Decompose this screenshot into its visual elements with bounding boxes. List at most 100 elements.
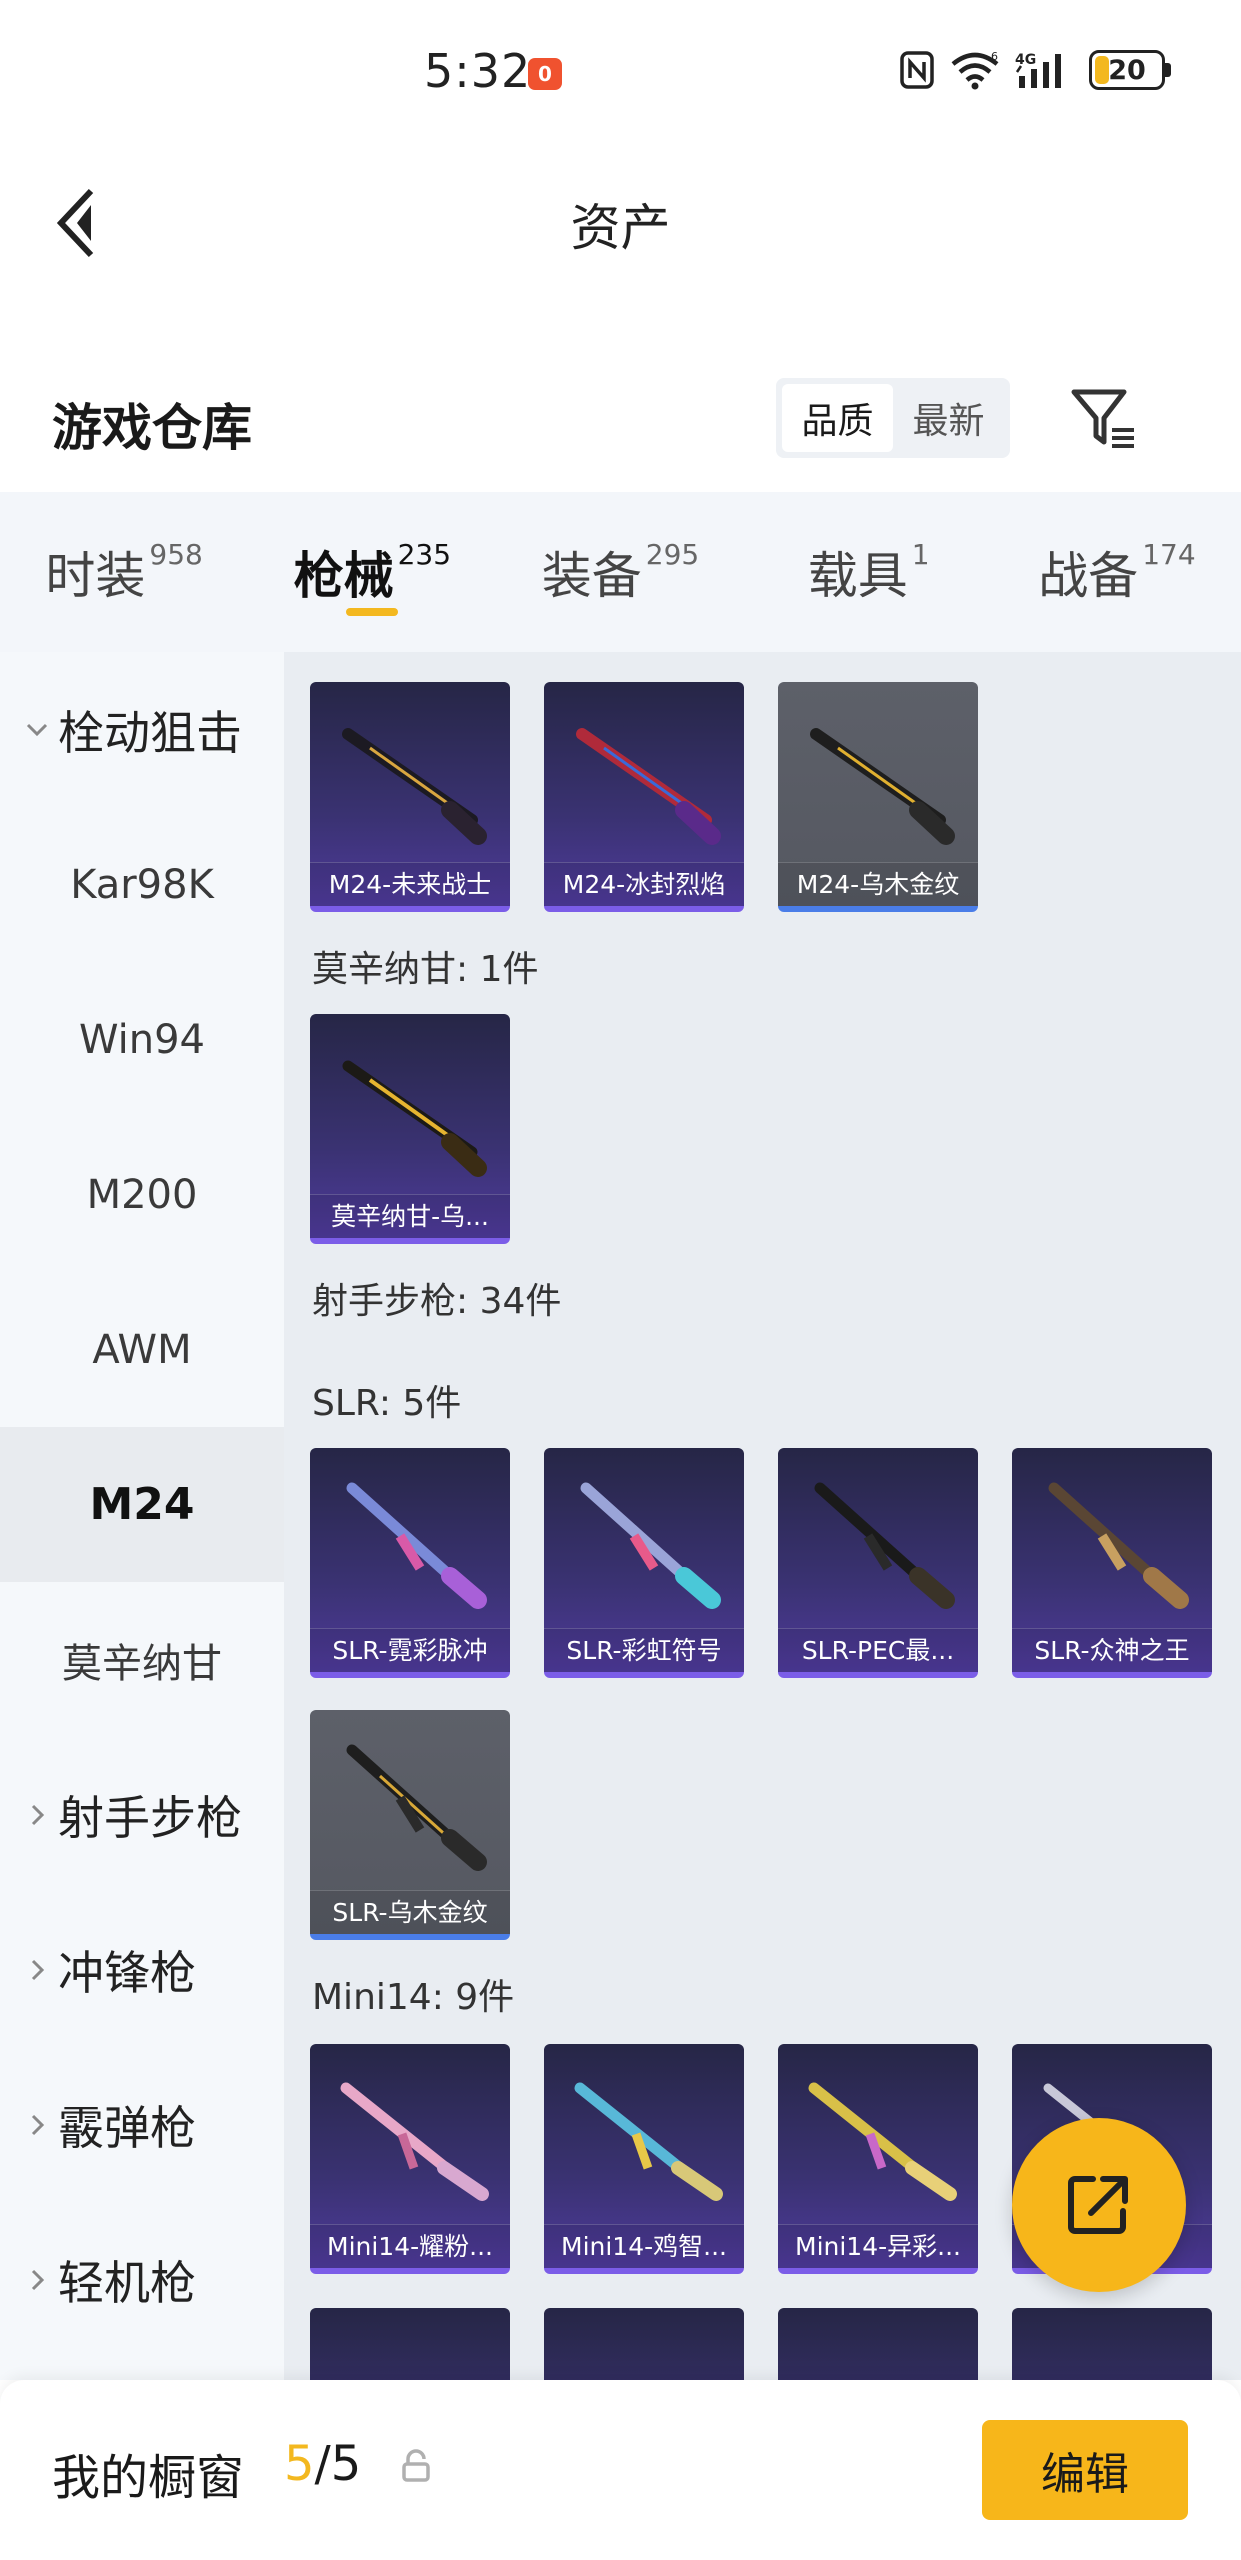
weapon-card[interactable]: 莫辛纳甘-乌...	[310, 1014, 510, 1244]
tab-vehicles[interactable]: 载具 1	[745, 492, 993, 652]
tab-active-indicator	[346, 608, 399, 616]
weapon-card[interactable]: Mini14-异彩...	[778, 2044, 978, 2274]
sort-newest-button[interactable]: 最新	[893, 384, 1004, 452]
sidebar-item-label: Kar98K	[70, 861, 214, 908]
notification-badge: 0	[528, 58, 562, 90]
tab-label: 载具	[807, 547, 908, 605]
rifle-icon	[346, 1482, 487, 1609]
sidebar-item-awm[interactable]: AWM	[0, 1272, 284, 1427]
weapon-name: M24-乌木金纹	[778, 862, 978, 906]
tab-fashion[interactable]: 时装 958	[0, 492, 248, 652]
tab-label: 战备	[1038, 547, 1139, 605]
chevron-right-icon	[31, 1804, 45, 1825]
weapon-name: Mini14-鸡智...	[544, 2224, 744, 2268]
weapon-name: 莫辛纳甘-乌...	[310, 1194, 510, 1238]
rifle-icon	[342, 728, 487, 845]
tab-equipment[interactable]: 装备 295	[496, 492, 744, 652]
warehouse-header: 游戏仓库 品质 最新	[0, 370, 1241, 490]
sidebar-group-label: 霰弹枪	[58, 2100, 196, 2155]
edit-button[interactable]: 编辑	[982, 2420, 1188, 2520]
weapon-card[interactable]: SLR-众神之王	[1012, 1448, 1212, 1678]
weapon-card[interactable]: Mini14-耀粉...	[310, 2044, 510, 2274]
weapon-card[interactable]	[544, 2308, 744, 2380]
chevron-right-icon	[31, 1959, 45, 1980]
share-fab-button[interactable]	[1012, 2118, 1186, 2292]
showcase-count: 5/5	[284, 2436, 361, 2492]
status-icons: 6 4G 20	[899, 50, 1171, 90]
sort-quality-button[interactable]: 品质	[782, 384, 893, 452]
sidebar-group-label: 射手步枪	[58, 1790, 242, 1845]
sidebar-item-label: M24	[89, 1479, 195, 1530]
weapon-card[interactable]: SLR-PEC最...	[778, 1448, 978, 1678]
showcase-label: 我的橱窗	[52, 2450, 245, 2506]
sidebar-item-label: M200	[86, 1171, 198, 1218]
group-label-slr: SLR: 5件	[312, 1383, 462, 1424]
weapon-card[interactable]: SLR-彩虹符号	[544, 1448, 744, 1678]
tab-battle-gear[interactable]: 战备 174	[993, 492, 1241, 652]
weapon-category-sidebar: 栓动狙击 Kar98K Win94 M200 AWM M24 莫辛纳甘 射手步枪…	[0, 652, 284, 2380]
sidebar-group-bolt-action[interactable]: 栓动狙击	[0, 652, 284, 807]
sidebar-item-m200[interactable]: M200	[0, 1117, 284, 1272]
sidebar-group-lmg[interactable]: 轻机枪	[0, 2202, 284, 2357]
sidebar-item-win94[interactable]: Win94	[0, 962, 284, 1117]
rifle-icon	[814, 1482, 955, 1609]
weapon-name: Mini14-异彩...	[778, 2224, 978, 2268]
weapon-card[interactable]	[310, 2308, 510, 2380]
group-label-mosin: 莫辛纳甘: 1件	[312, 949, 539, 990]
sidebar-item-label: AWM	[92, 1326, 192, 1373]
sidebar-item-kar98k[interactable]: Kar98K	[0, 807, 284, 962]
group-label-mini14: Mini14: 9件	[312, 1977, 515, 2018]
rifle-icon	[340, 2082, 489, 2201]
rifle-icon	[342, 1060, 487, 1177]
rifle-icon	[574, 2082, 723, 2201]
status-time: 5:32	[424, 44, 532, 98]
battery-icon: 20	[1089, 50, 1165, 90]
tab-weapons[interactable]: 枪械 235	[248, 492, 496, 652]
sidebar-item-label: Win94	[78, 1016, 206, 1063]
weapon-name: SLR-PEC最...	[778, 1628, 978, 1672]
weapon-card[interactable]: M24-乌木金纹	[778, 682, 978, 912]
group-label-marksman: 射手步枪: 34件	[312, 1281, 562, 1322]
svg-text:4G: 4G	[1015, 52, 1036, 68]
nfc-icon	[900, 51, 934, 89]
sidebar-item-mosin[interactable]: 莫辛纳甘	[0, 1582, 284, 1737]
chevron-down-icon	[26, 723, 48, 736]
weapon-card[interactable]: M24-冰封烈焰	[544, 682, 744, 912]
weapon-name: M24-未来战士	[310, 862, 510, 906]
weapon-card[interactable]	[1012, 2308, 1212, 2380]
rifle-icon	[576, 728, 721, 845]
tab-count: 958	[149, 537, 203, 571]
weapon-name: M24-冰封烈焰	[544, 862, 744, 906]
sidebar-group-smg[interactable]: 冲锋枪	[0, 1892, 284, 2047]
rifle-icon	[810, 728, 955, 845]
chevron-right-icon	[31, 2269, 45, 2290]
weapon-name: SLR-霓彩脉冲	[310, 1628, 510, 1672]
sidebar-item-m24[interactable]: M24	[0, 1427, 284, 1582]
sidebar-group-label: 轻机枪	[58, 2255, 196, 2310]
weapon-card[interactable]: SLR-乌木金纹	[310, 1710, 510, 1940]
tab-count: 235	[397, 537, 452, 571]
chevron-right-icon	[31, 2114, 45, 2135]
sidebar-group-marksman[interactable]: 射手步枪	[0, 1737, 284, 1892]
tab-count: 174	[1142, 537, 1196, 571]
showcase-count-total: /5	[314, 2436, 362, 2492]
filter-icon	[1071, 389, 1134, 448]
rifle-icon	[808, 2082, 957, 2201]
sidebar-item-label: 莫辛纳甘	[62, 1640, 222, 1687]
weapon-name: SLR-彩虹符号	[544, 1628, 744, 1672]
weapon-name: Mini14-耀粉...	[310, 2224, 510, 2268]
rifle-icon	[346, 1744, 487, 1871]
weapon-card[interactable]: M24-未来战士	[310, 682, 510, 912]
share-external-icon	[1068, 2176, 1128, 2234]
weapon-card[interactable]: SLR-霓彩脉冲	[310, 1448, 510, 1678]
filter-button[interactable]	[1068, 384, 1140, 456]
battery-level: 20	[1108, 54, 1146, 86]
weapon-name: SLR-乌木金纹	[310, 1890, 510, 1934]
sidebar-group-shotgun[interactable]: 霰弹枪	[0, 2047, 284, 2202]
page-title: 资产	[570, 199, 671, 257]
weapon-card[interactable]	[778, 2308, 978, 2380]
weapon-card[interactable]: Mini14-鸡智...	[544, 2044, 744, 2274]
sidebar-group-label: 冲锋枪	[58, 1945, 196, 2000]
wifi-icon: 6	[951, 50, 999, 90]
tab-label: 枪械	[293, 547, 394, 605]
